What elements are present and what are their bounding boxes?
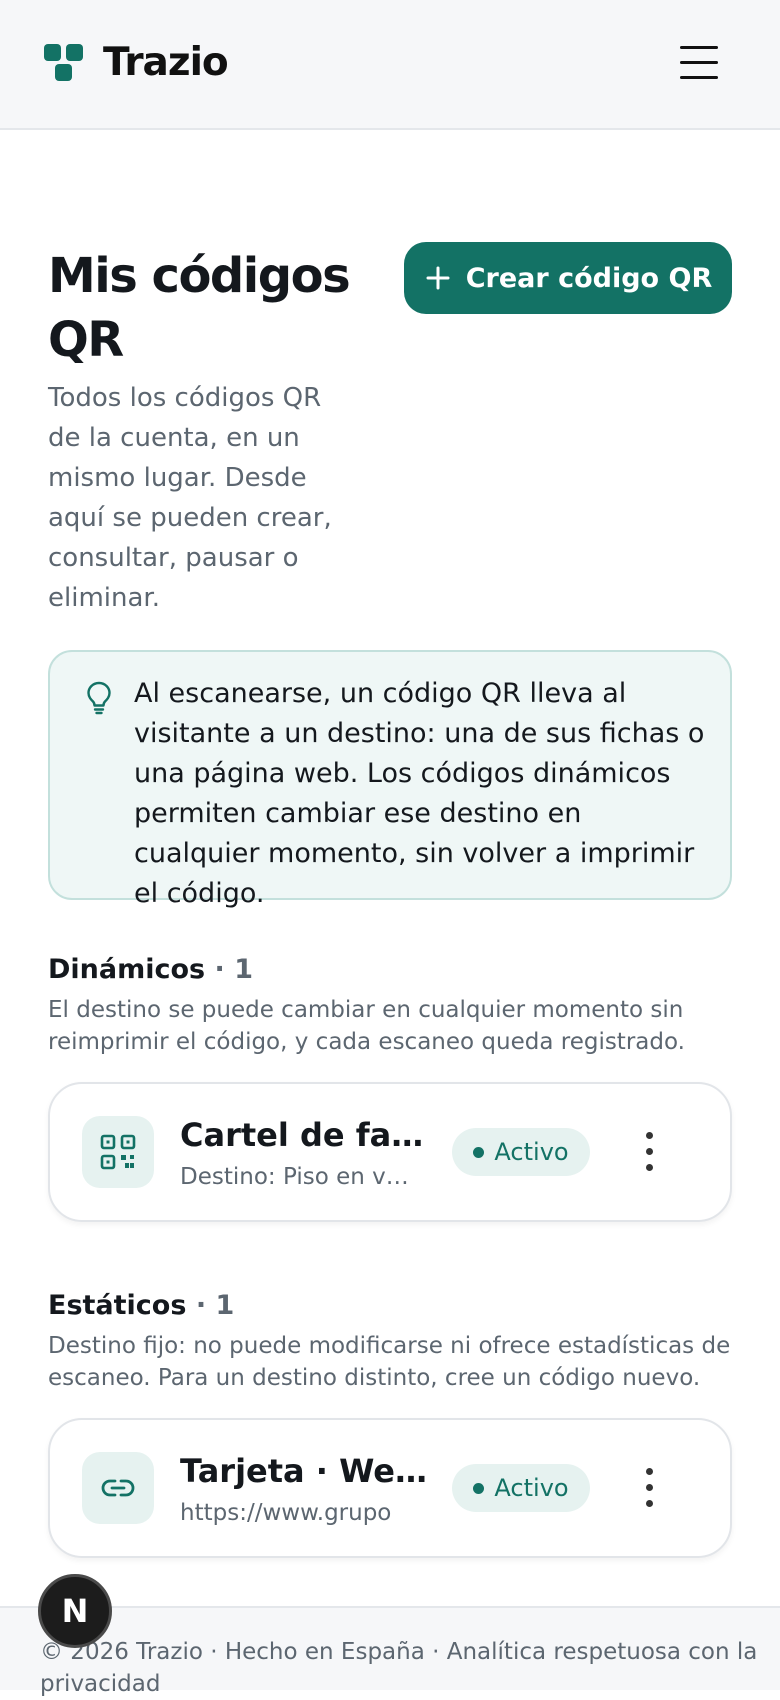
top-header: Trazio xyxy=(0,0,780,130)
qr-card-title: Tarjeta · Web corporativa xyxy=(180,1452,430,1490)
page-title: Mis códigos QR xyxy=(48,248,351,368)
brand-logo-icon[interactable] xyxy=(44,44,86,84)
status-label: Activo xyxy=(494,1138,569,1166)
status-dot-icon xyxy=(473,1146,485,1158)
qr-code-icon xyxy=(82,1116,154,1188)
section-description-dynamic: El destino se puede cambiar en cualquier… xyxy=(48,997,685,1055)
status-badge: Activo xyxy=(452,1464,590,1512)
status-badge: Activo xyxy=(452,1128,590,1176)
status-dot-icon xyxy=(473,1482,485,1494)
plus-icon xyxy=(426,266,450,290)
create-qr-button[interactable]: Crear código QR xyxy=(404,242,732,314)
qr-card-dynamic[interactable]: Cartel de fachada Destino: Piso en venta… xyxy=(48,1082,732,1222)
info-callout: Al escanearse, un código QR lleva al vis… xyxy=(48,650,732,909)
more-options-icon[interactable] xyxy=(638,1130,662,1174)
section-count: · 1 xyxy=(195,1290,235,1321)
info-text: Al escanearse, un código QR lleva al vis… xyxy=(134,678,705,909)
qr-card-static[interactable]: Tarjeta · Web corporativa https://www.gr… xyxy=(48,1418,732,1558)
qr-card-destination: Destino: Piso en venta xyxy=(180,1164,420,1190)
section-title-label: Dinámicos xyxy=(48,954,206,985)
section-title-dynamic: Dinámicos · 1 xyxy=(48,954,253,985)
footer-text: © 2026 Trazio · Hecho en España · Analít… xyxy=(40,1639,758,1697)
more-options-icon[interactable] xyxy=(638,1466,662,1510)
qr-card-destination: https://www.grupo xyxy=(180,1500,392,1526)
hamburger-menu-icon[interactable] xyxy=(680,44,720,80)
qr-card-title: Cartel de fachada xyxy=(180,1116,430,1154)
page-description: Todos los códigos QR de la cuenta, en un… xyxy=(48,383,332,613)
section-count: · 1 xyxy=(214,954,253,985)
brand-name[interactable]: Trazio xyxy=(103,40,229,85)
section-title-static: Estáticos · 1 xyxy=(48,1290,234,1321)
lightbulb-icon xyxy=(87,681,111,715)
status-label: Activo xyxy=(494,1474,569,1502)
section-title-label: Estáticos xyxy=(48,1290,187,1321)
create-qr-label: Crear código QR xyxy=(465,262,713,294)
link-icon xyxy=(82,1452,154,1524)
section-description-static: Destino fijo: no puede modificarse ni of… xyxy=(48,1333,731,1391)
dev-tools-badge[interactable]: N xyxy=(38,1574,112,1648)
